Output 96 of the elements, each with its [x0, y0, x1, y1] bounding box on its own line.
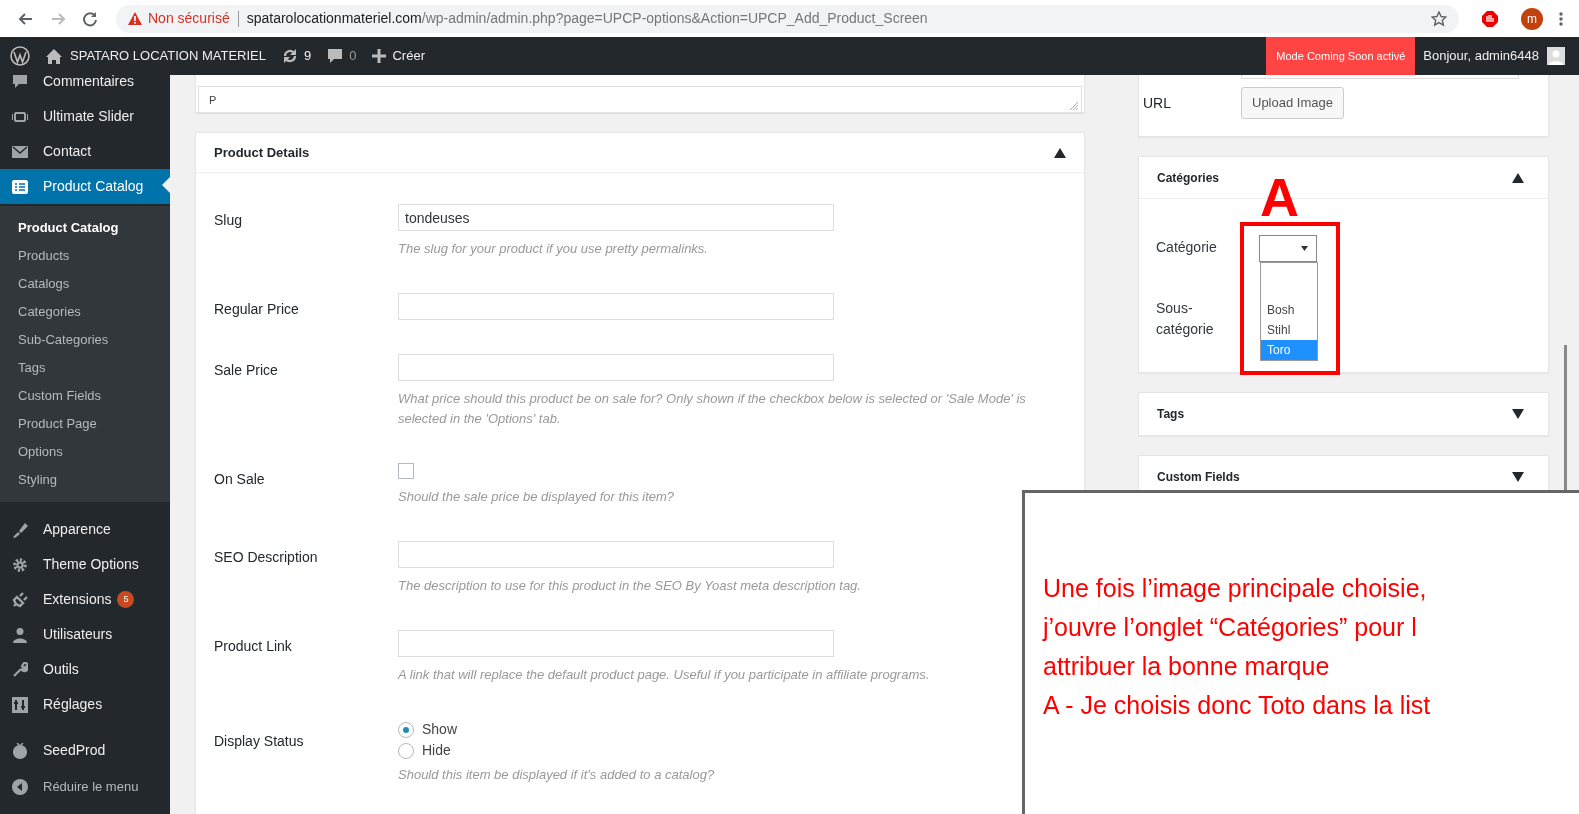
panel-title: Custom Fields	[1157, 469, 1240, 486]
count-badge: 5	[117, 591, 135, 608]
envelope-icon	[12, 143, 28, 160]
radio-option[interactable]: Show	[398, 719, 715, 740]
panel-title: Catégories	[1157, 169, 1220, 187]
field-label: Display Status	[213, 732, 305, 751]
submenu-item[interactable]: Sub-Categories	[0, 324, 170, 352]
expand-arrow-icon[interactable]	[1512, 409, 1524, 419]
dropdown-option[interactable]: Bosh	[1261, 300, 1317, 320]
annotation-letter: A	[1260, 170, 1299, 224]
comment-count[interactable]: 0	[349, 46, 357, 66]
help-text: Should this item be displayed if it's added to a catalog?	[398, 766, 715, 784]
refresh-icon[interactable]	[282, 48, 298, 64]
greeting-link[interactable]: Bonjour, admin6448	[1423, 46, 1539, 66]
note-text: A - Je choisis donc Toto dans la list	[1043, 690, 1431, 721]
field-label: Product Link	[213, 637, 293, 656]
menu-item[interactable]: Product Catalog	[0, 169, 170, 204]
expand-arrow-icon[interactable]	[1512, 472, 1524, 482]
wordpress-logo-icon[interactable]	[10, 46, 30, 66]
warning-icon	[128, 12, 142, 25]
plug-icon	[12, 591, 28, 608]
editor-field[interactable]: P	[198, 86, 1082, 114]
field-label: Sale Price	[213, 361, 279, 380]
collapse-arrow-icon[interactable]	[1512, 172, 1524, 183]
stop-icon[interactable]	[1481, 9, 1499, 28]
menu-item[interactable]: Outils	[0, 652, 170, 687]
text-field[interactable]	[398, 293, 834, 320]
submenu-item[interactable]: Options	[0, 436, 170, 464]
menu-item[interactable]: Ultimate Slider	[0, 99, 170, 134]
caret-icon	[1301, 246, 1308, 251]
user-icon	[12, 626, 28, 643]
resize-grip-icon	[1070, 102, 1078, 110]
submenu-item[interactable]: Products	[0, 240, 170, 268]
submenu-item[interactable]: Custom Fields	[0, 380, 170, 408]
plus-icon[interactable]	[372, 49, 387, 63]
checkbox[interactable]	[398, 463, 414, 479]
help-text: Should the sale price be displayed for this item?	[398, 488, 675, 506]
field-label: Slug	[213, 211, 244, 230]
submenu-item[interactable]: Styling	[0, 464, 170, 492]
comment-icon[interactable]	[327, 48, 344, 64]
field-label: Sous-catégorie	[1156, 299, 1215, 339]
url-text[interactable]: spatarolocationmateriel.com/wp-admin/admin.php?page=UPCP-options&Action=UPCP_Add_Product_Screen	[246, 8, 928, 29]
site-name-link[interactable]: SPATARO LOCATION MATERIEL	[70, 46, 266, 66]
back-icon[interactable]	[18, 10, 34, 27]
collapse-menu-button[interactable]: Réduire le menu	[0, 769, 170, 804]
field-label: On Sale	[213, 470, 266, 489]
settings-icon	[12, 696, 28, 713]
menu-item[interactable]: Theme Options	[0, 547, 170, 582]
gear-icon	[12, 556, 28, 573]
update-count[interactable]: 9	[304, 46, 312, 66]
submenu-item[interactable]: Catalogs	[0, 268, 170, 296]
field-label: URL	[1143, 95, 1171, 111]
field-label: Regular Price	[213, 300, 300, 319]
submenu-item[interactable]: Product Catalog	[0, 212, 170, 240]
menu-item[interactable]: Utilisateurs	[0, 617, 170, 652]
menu-item[interactable]: Contact	[0, 134, 170, 169]
catalog-icon	[12, 178, 28, 195]
scrollbar-thumb[interactable]	[1564, 345, 1567, 490]
panel-title: Tags	[1157, 406, 1185, 423]
more-icon[interactable]	[1559, 10, 1563, 27]
menu-item[interactable]: Commentaires	[0, 75, 170, 99]
note-text: attribuer la bonne marque	[1043, 651, 1330, 682]
comment-icon	[12, 75, 28, 90]
note-text: Une fois l’image principale choisie,	[1043, 573, 1427, 604]
new-content-link[interactable]: Créer	[392, 46, 425, 66]
help-text: The slug for your product if you use pretty permalinks.	[398, 240, 709, 258]
help-text: What price should this product be on sale for? Only shown if the checkbox below is selected or 'Sale Mode' is selected in the 'Options' tab.	[398, 390, 1027, 428]
submenu-item[interactable]: Product Page	[0, 408, 170, 436]
help-text: A link that will replace the default product page. Useful if you participate in affiliate programs.	[398, 666, 930, 684]
field-label: SEO Description	[213, 548, 319, 567]
menu-item[interactable]: SeedProd	[0, 733, 170, 768]
text-field[interactable]	[398, 541, 834, 568]
menu-item[interactable]: Extensions 5	[0, 582, 170, 617]
wrench-icon	[12, 661, 28, 678]
radio-option[interactable]: Hide	[398, 740, 715, 761]
text-field[interactable]	[398, 354, 834, 381]
submenu-item[interactable]: Tags	[0, 352, 170, 380]
brush-icon	[12, 521, 28, 538]
collapse-icon	[12, 778, 28, 795]
menu-item[interactable]: Réglages	[0, 687, 170, 722]
reload-icon[interactable]	[82, 10, 98, 27]
help-text: The description to use for this product in the SEO By Yoast meta description tag.	[398, 577, 861, 595]
field-label: Catégorie	[1156, 238, 1218, 257]
menu-item[interactable]: Apparence	[0, 512, 170, 547]
home-icon[interactable]	[46, 48, 62, 64]
panel-title: Product Details	[214, 143, 310, 162]
collapse-arrow-icon[interactable]	[1054, 147, 1066, 158]
security-label: Non sécurisé	[148, 9, 230, 28]
star-icon[interactable]	[1431, 10, 1447, 27]
profile-avatar[interactable]: m	[1521, 7, 1543, 30]
note-text: j’ouvre l’onglet “Catégories” pour l	[1043, 612, 1417, 643]
text-field[interactable]	[398, 630, 834, 657]
upload-image-button[interactable]: Upload Image	[1241, 87, 1344, 119]
submenu-item[interactable]: Categories	[0, 296, 170, 324]
text-field[interactable]: tondeuses	[398, 204, 834, 231]
dropdown-option[interactable]: Stihl	[1261, 320, 1317, 340]
